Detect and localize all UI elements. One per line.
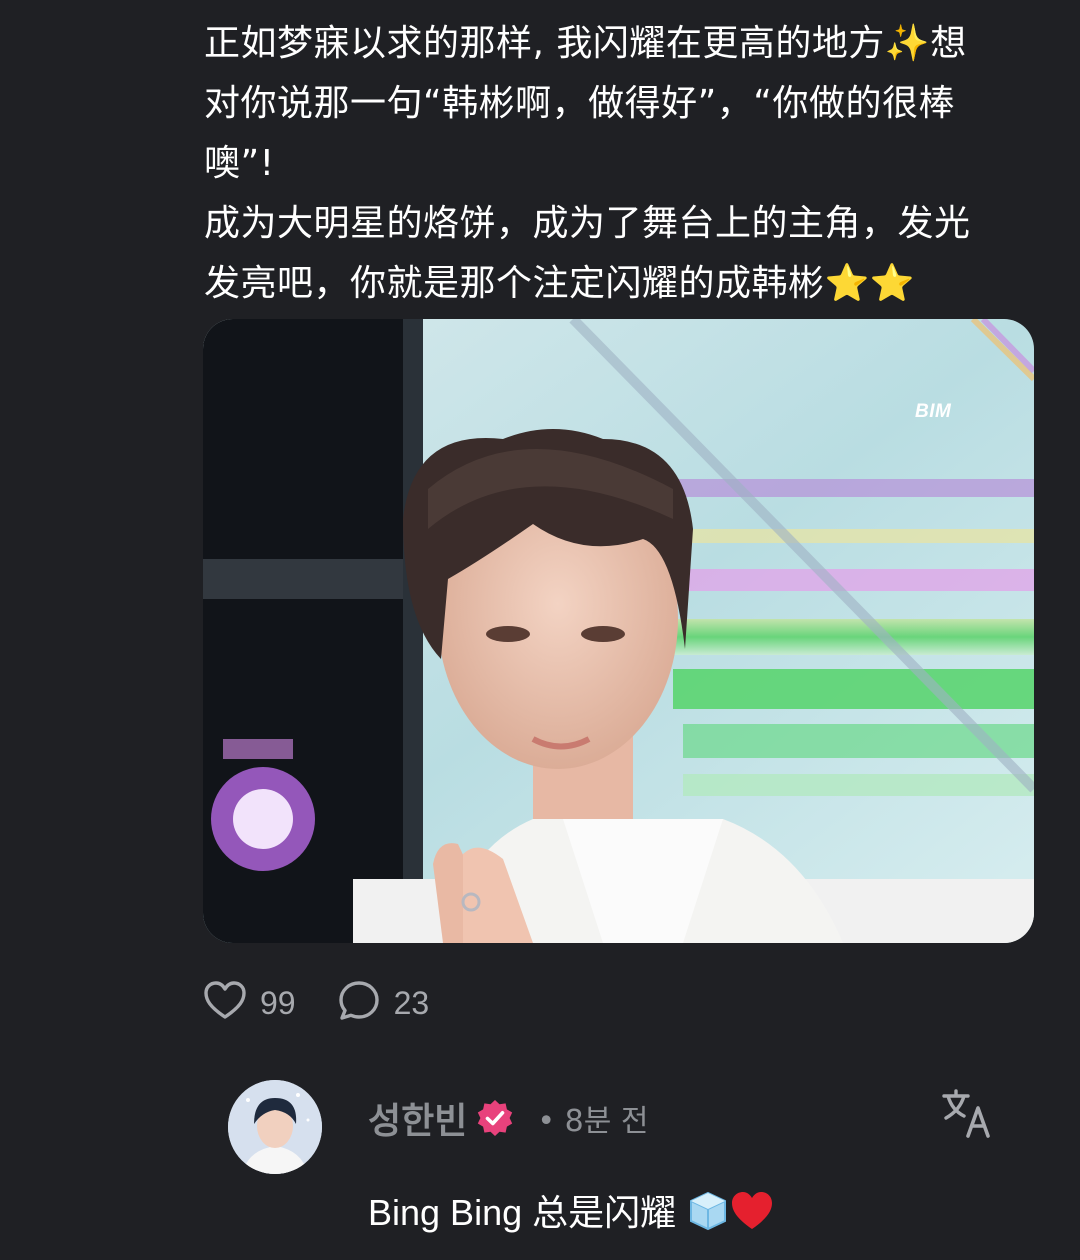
reply-timestamp: • 8분 전 bbox=[537, 1104, 649, 1139]
photo-illustration bbox=[203, 319, 1034, 943]
comment-count: 23 bbox=[393, 984, 430, 1021]
post-text-line: 噢”! bbox=[204, 143, 275, 184]
post-text-line: 发亮吧，你就是那个注定闪耀的成韩彬⭐⭐ bbox=[204, 263, 916, 304]
post-body: 正如梦寐以求的那样, 我闪耀在更高的地方✨想 对你说那一句“韩彬啊，做得好”，“… bbox=[204, 14, 1034, 314]
avatar-image bbox=[228, 1080, 322, 1174]
translate-button[interactable] bbox=[940, 1088, 996, 1140]
reply-item: 성한빈 • 8분 전 Bing Bing 总是闪耀 bbox=[228, 1080, 1028, 1260]
reply-text: Bing Bing 总是闪耀 bbox=[368, 1184, 774, 1242]
comment-button[interactable]: 23 bbox=[338, 980, 430, 1026]
speech-bubble-icon bbox=[338, 980, 380, 1026]
reply-text-content: Bing Bing 总是闪耀 bbox=[368, 1192, 687, 1233]
post-text-line: 对你说那一句“韩彬啊，做得好”，“你做的很棒 bbox=[204, 83, 955, 124]
ice-cube-emoji bbox=[686, 1189, 730, 1242]
like-count: 99 bbox=[260, 984, 296, 1021]
like-button[interactable]: 99 bbox=[204, 981, 296, 1025]
photo-watermark: BIM bbox=[915, 401, 952, 422]
translate-icon bbox=[942, 1089, 990, 1138]
username[interactable]: 성한빈 bbox=[368, 1092, 467, 1144]
avatar[interactable] bbox=[228, 1080, 322, 1174]
red-heart-emoji bbox=[730, 1190, 774, 1241]
heart-outline-icon bbox=[204, 981, 246, 1025]
verified-badge-icon bbox=[475, 1098, 515, 1138]
post-actions: 99 23 bbox=[204, 978, 471, 1028]
reply-header: 성한빈 • 8분 전 bbox=[368, 1090, 648, 1146]
post-text-line: 正如梦寐以求的那样, 我闪耀在更高的地方✨想 bbox=[204, 23, 967, 64]
post-text-line: 成为大明星的烙饼，成为了舞台上的主角，发光 bbox=[204, 203, 971, 244]
post-photo[interactable]: BIM bbox=[203, 319, 1034, 943]
